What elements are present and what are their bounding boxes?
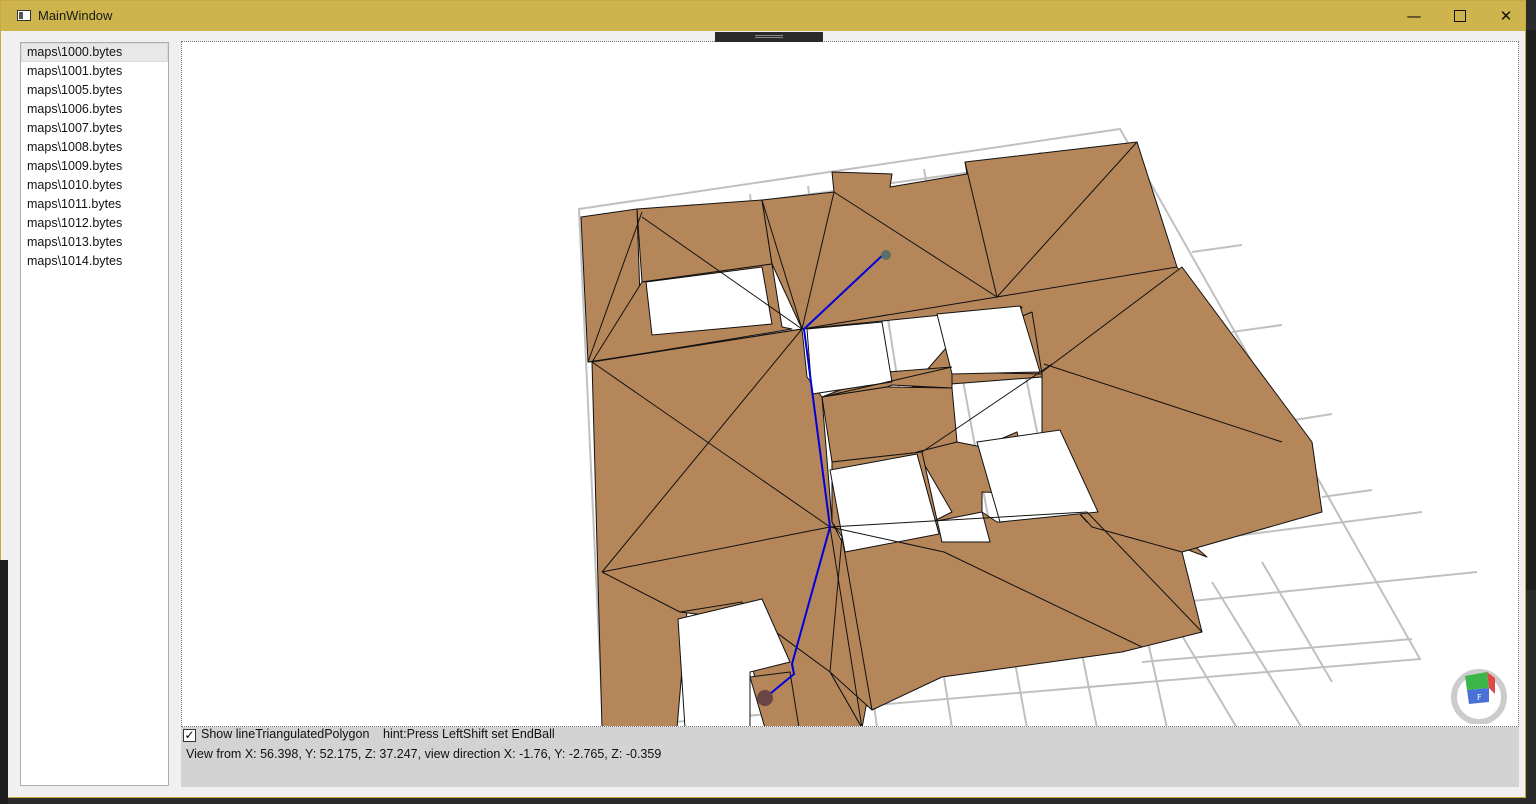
checkbox-label[interactable]: Show lineTriangulatedPolygon [201, 727, 369, 741]
close-icon: ✕ [1499, 7, 1513, 25]
file-list-item[interactable]: maps\1013.bytes [21, 233, 168, 252]
title-bar[interactable]: MainWindow — ✕ [1, 1, 1525, 31]
minimize-button[interactable]: — [1391, 1, 1437, 31]
bottom-panel: ✓ Show lineTriangulatedPolygon hint:Pres… [181, 727, 1519, 787]
window-title: MainWindow [38, 8, 113, 23]
file-list[interactable]: maps\1000.bytes maps\1001.bytes maps\1005.… [20, 42, 169, 786]
end-ball [881, 250, 891, 260]
svg-text:F: F [1477, 693, 1482, 702]
file-list-item[interactable]: maps\1014.bytes [21, 252, 168, 271]
minimize-icon: — [1406, 7, 1422, 25]
axis-cube-icon[interactable]: F [1449, 668, 1509, 724]
close-button[interactable]: ✕ [1483, 1, 1529, 31]
file-list-item[interactable]: maps\1010.bytes [21, 176, 168, 195]
splitter-handle[interactable] [715, 32, 823, 42]
file-list-item[interactable]: maps\1000.bytes [21, 43, 168, 62]
main-window: MainWindow — ✕ maps\1000.bytes maps\1001.… [0, 0, 1526, 798]
file-list-item[interactable]: maps\1005.bytes [21, 81, 168, 100]
app-icon [17, 10, 31, 21]
file-list-item[interactable]: maps\1008.bytes [21, 138, 168, 157]
file-list-item[interactable]: maps\1012.bytes [21, 214, 168, 233]
file-list-item[interactable]: maps\1007.bytes [21, 119, 168, 138]
maximize-button[interactable] [1437, 1, 1483, 31]
start-ball [757, 690, 773, 706]
file-list-item[interactable]: maps\1011.bytes [21, 195, 168, 214]
navmesh-scene[interactable] [182, 42, 1519, 727]
file-list-item[interactable]: maps\1001.bytes [21, 62, 168, 81]
show-triangulated-checkbox[interactable]: ✓ [183, 729, 196, 742]
3d-viewport[interactable] [181, 41, 1519, 727]
file-list-item[interactable]: maps\1006.bytes [21, 100, 168, 119]
background-terminal-strip [0, 560, 8, 804]
maximize-icon [1454, 10, 1466, 22]
file-list-item[interactable]: maps\1009.bytes [21, 157, 168, 176]
background-editor-strip [1526, 30, 1536, 590]
camera-status: View from X: 56.398, Y: 52.175, Z: 37.24… [186, 747, 662, 761]
hint-text: hint:Press LeftShift set EndBall [383, 727, 555, 741]
